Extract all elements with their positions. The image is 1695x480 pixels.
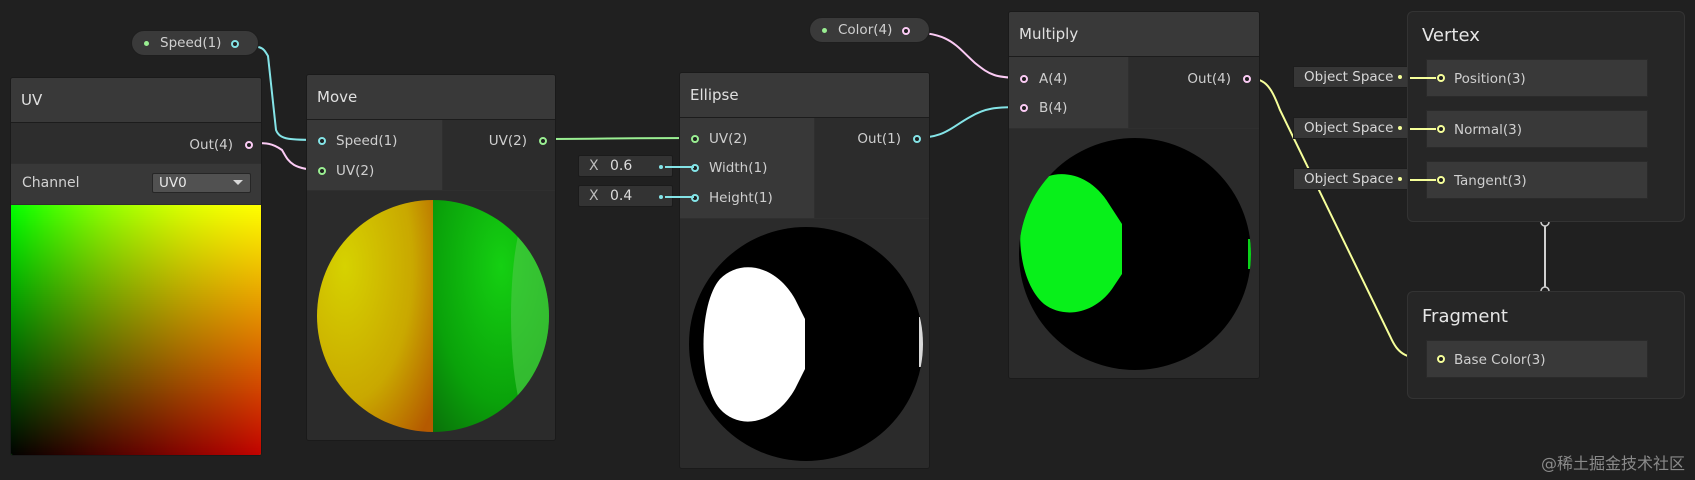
fragment-context[interactable]: Fragment Base Color(3) xyxy=(1407,291,1685,399)
multiply-node[interactable]: Multiply A(4) B(4) Out(4) xyxy=(1008,11,1260,379)
ellipse-uv-label: UV(2) xyxy=(709,131,748,147)
speed-property-node[interactable]: Speed(1) xyxy=(131,30,259,56)
position-slot[interactable]: Position(3) xyxy=(1426,59,1648,97)
normal-slot[interactable]: Normal(3) xyxy=(1426,110,1648,148)
tangent-space-dot xyxy=(1398,177,1402,181)
channel-label: Channel xyxy=(22,175,80,191)
ellipse-height-label: Height(1) xyxy=(709,190,773,206)
width-value: 0.6 xyxy=(610,158,633,174)
move-out-label: UV(2) xyxy=(488,133,527,149)
uv-preview-red-overlay xyxy=(11,205,261,455)
ellipse-out-label: Out(1) xyxy=(857,131,901,147)
normal-space-field[interactable]: Object Space xyxy=(1293,117,1411,139)
ellipse-height-port[interactable] xyxy=(691,194,699,202)
move-speed-port[interactable] xyxy=(318,137,326,145)
move-node-title: Move xyxy=(307,75,555,120)
normal-port[interactable] xyxy=(1437,125,1445,133)
speed-property-label: Speed(1) xyxy=(160,35,222,51)
multiply-b-port[interactable] xyxy=(1020,104,1028,112)
multiply-a-label: A(4) xyxy=(1039,71,1068,87)
channel-dropdown-value: UV0 xyxy=(159,175,187,191)
watermark: @稀土掘金技术社区 xyxy=(1540,454,1685,473)
base-color-label: Base Color(3) xyxy=(1454,352,1546,368)
uv-node-outputs: Out(4) xyxy=(11,123,261,163)
multiply-out-label: Out(4) xyxy=(1187,71,1231,87)
multiply-node-outputs: Out(4) xyxy=(1129,57,1259,128)
uv-node-title: UV xyxy=(11,78,261,123)
move-node[interactable]: Move Speed(1) UV(2) UV(2) xyxy=(306,74,556,441)
normal-label: Normal(3) xyxy=(1454,122,1522,138)
color-output-port[interactable] xyxy=(902,27,910,35)
channel-row: Channel UV0 xyxy=(11,164,261,204)
fragment-title: Fragment xyxy=(1422,306,1508,327)
height-connector-dot xyxy=(659,195,663,199)
multiply-b-label: B(4) xyxy=(1039,100,1068,116)
position-space-field[interactable]: Object Space xyxy=(1293,66,1411,88)
width-axis-label: X xyxy=(589,158,599,174)
base-color-slot[interactable]: Base Color(3) xyxy=(1426,340,1648,378)
height-value: 0.4 xyxy=(610,188,633,204)
width-connector-dot xyxy=(659,165,663,169)
chevron-down-icon xyxy=(233,180,243,185)
ellipse-preview xyxy=(680,219,929,468)
move-out-port[interactable] xyxy=(539,137,547,145)
move-uv-label: UV(2) xyxy=(336,163,375,179)
color-property-node[interactable]: Color(4) xyxy=(809,17,930,43)
normal-space-dot xyxy=(1398,126,1402,130)
position-space-label: Object Space xyxy=(1304,69,1394,85)
position-port[interactable] xyxy=(1437,74,1445,82)
move-node-inputs: Speed(1) UV(2) xyxy=(307,120,442,190)
tangent-space-field[interactable]: Object Space xyxy=(1293,168,1411,190)
position-label: Position(3) xyxy=(1454,71,1526,87)
height-axis-label: X xyxy=(589,188,599,204)
ellipse-uv-port[interactable] xyxy=(691,135,699,143)
uv-node[interactable]: UV Out(4) Channel UV0 xyxy=(10,77,262,456)
property-dot-icon xyxy=(822,28,827,33)
base-color-port[interactable] xyxy=(1437,355,1445,363)
ellipse-out-port[interactable] xyxy=(913,135,921,143)
wire-move-to-ellipse xyxy=(541,137,695,140)
vertex-title: Vertex xyxy=(1422,25,1480,46)
ellipse-node-inputs: UV(2) Width(1) Height(1) xyxy=(680,118,814,218)
color-property-label: Color(4) xyxy=(838,22,893,38)
move-speed-label: Speed(1) xyxy=(336,133,398,149)
ellipse-node[interactable]: Ellipse UV(2) Width(1) Height(1) Out(1) xyxy=(679,72,930,469)
speed-output-port[interactable] xyxy=(231,40,239,48)
multiply-preview xyxy=(1009,129,1259,378)
move-preview xyxy=(307,191,555,440)
multiply-node-title: Multiply xyxy=(1009,12,1259,57)
multiply-node-inputs: A(4) B(4) xyxy=(1009,57,1128,128)
move-uv-port[interactable] xyxy=(318,167,326,175)
move-preview-sphere xyxy=(317,200,549,432)
ellipse-node-outputs: Out(1) xyxy=(815,118,929,218)
multiply-out-port[interactable] xyxy=(1243,75,1251,83)
uv-preview xyxy=(11,205,261,455)
width-input-field[interactable]: X 0.6 xyxy=(578,155,673,177)
channel-dropdown[interactable]: UV0 xyxy=(152,173,251,193)
multiply-preview-sphere xyxy=(1019,138,1251,370)
multiply-a-port[interactable] xyxy=(1020,75,1028,83)
tangent-slot[interactable]: Tangent(3) xyxy=(1426,161,1648,199)
ellipse-preview-sphere xyxy=(689,227,923,461)
normal-space-label: Object Space xyxy=(1304,120,1394,136)
property-dot-icon xyxy=(144,41,149,46)
uv-out-port[interactable] xyxy=(245,141,253,149)
tangent-label: Tangent(3) xyxy=(1454,173,1527,189)
tangent-space-label: Object Space xyxy=(1304,171,1394,187)
ellipse-node-title: Ellipse xyxy=(680,73,929,118)
position-space-dot xyxy=(1398,75,1402,79)
ellipse-width-port[interactable] xyxy=(691,164,699,172)
tangent-port[interactable] xyxy=(1437,176,1445,184)
vertex-context[interactable]: Vertex Position(3) Normal(3) Tangent(3) xyxy=(1407,11,1685,222)
move-node-outputs: UV(2) xyxy=(443,120,555,190)
uv-out-label: Out(4) xyxy=(189,137,233,153)
height-input-field[interactable]: X 0.4 xyxy=(578,185,673,207)
ellipse-width-label: Width(1) xyxy=(709,160,768,176)
